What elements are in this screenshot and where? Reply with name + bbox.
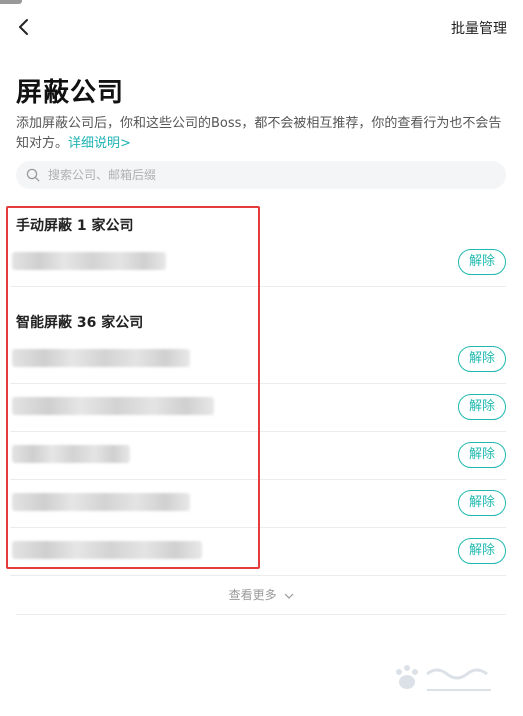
unblock-button[interactable]: 解除 — [458, 442, 506, 468]
unblock-button[interactable]: 解除 — [458, 394, 506, 420]
company-row: 解除 — [10, 383, 506, 432]
chevron-down-icon — [284, 593, 294, 599]
back-button[interactable] — [12, 14, 38, 40]
watermark-logo — [396, 665, 491, 691]
unblock-button[interactable]: 解除 — [458, 346, 506, 372]
unblock-button[interactable]: 解除 — [458, 249, 506, 275]
page-title: 屏蔽公司 — [16, 78, 125, 108]
batch-manage-button[interactable]: 批量管理 — [451, 18, 507, 38]
page-description: 添加屏蔽公司后，你和这些公司的Boss，都不会被相互推荐，你的查看行为也不会告知… — [16, 114, 511, 154]
company-row-manual: 解除 — [10, 238, 506, 287]
search-input[interactable] — [48, 161, 478, 189]
view-more-label: 查看更多 — [228, 588, 277, 602]
unblock-button[interactable]: 解除 — [458, 538, 506, 564]
company-row: 解除 — [10, 335, 506, 384]
view-more-button[interactable]: 查看更多 — [0, 586, 523, 603]
company-name-obscured — [12, 252, 166, 270]
unblock-button[interactable]: 解除 — [458, 490, 506, 516]
company-name-obscured — [12, 445, 130, 463]
manual-block-section-title: 手动屏蔽 1 家公司 — [16, 218, 134, 234]
divider — [16, 614, 506, 615]
company-name-obscured — [12, 493, 190, 511]
smart-block-section-title: 智能屏蔽 36 家公司 — [16, 315, 144, 331]
search-bar[interactable] — [16, 161, 506, 189]
company-row: 解除 — [10, 479, 506, 528]
company-name-obscured — [12, 397, 214, 415]
detail-link[interactable]: 详细说明> — [68, 136, 131, 151]
company-name-obscured — [12, 349, 190, 367]
company-row: 解除 — [10, 527, 506, 576]
top-bar: 批量管理 — [0, 0, 523, 56]
search-icon — [26, 168, 40, 182]
chevron-left-icon — [19, 19, 28, 35]
company-row: 解除 — [10, 431, 506, 480]
company-name-obscured — [12, 541, 202, 559]
